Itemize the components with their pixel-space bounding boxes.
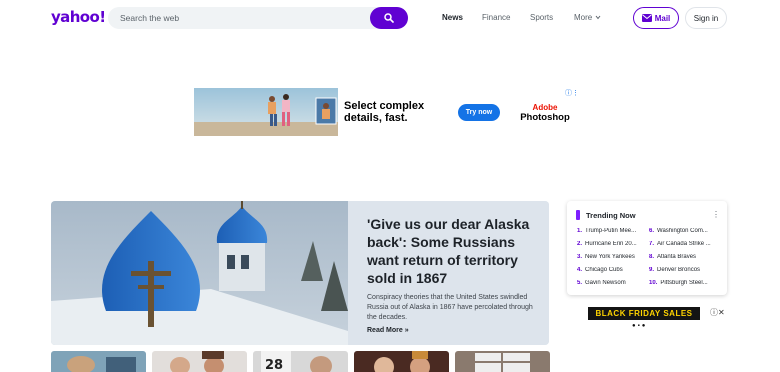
trending-item[interactable]: 7. Air Canada Strike ...	[649, 241, 721, 247]
search-button[interactable]	[370, 7, 408, 29]
ad-brand: Adobe Photoshop	[519, 103, 571, 123]
hero-headline[interactable]: 'Give us our dear Alaska back': Some Rus…	[367, 215, 537, 287]
yahoo-logo[interactable]: yahoo!	[51, 8, 106, 26]
search-input[interactable]	[120, 7, 360, 29]
trending-item[interactable]: 8. Atlanta Braves	[649, 254, 721, 260]
trending-item[interactable]: 9. Denver Broncos	[649, 267, 721, 273]
story-thumbnail[interactable]	[354, 351, 449, 372]
trending-now-card: Trending Now ⋮ 1. Trump-Putin Mee... 2. Hu…	[567, 201, 727, 295]
ad-headline: Select complex details, fast.	[344, 100, 425, 124]
story-thumbnail[interactable]: 28	[253, 351, 348, 372]
ad-try-now-button[interactable]: Try now	[458, 104, 500, 121]
more-options-icon[interactable]: ⋮	[712, 210, 720, 219]
nav-sports[interactable]: Sports	[530, 13, 553, 22]
ad-image	[194, 88, 338, 136]
trending-item[interactable]: 1. Trump-Putin Mee...	[577, 228, 649, 234]
trending-item[interactable]: 10. Pittsburgh Steel...	[649, 280, 721, 286]
hero-image	[51, 201, 348, 345]
ad-choices-icon[interactable]: ⓘ⋮	[565, 88, 579, 98]
trending-item[interactable]: 6. Washington Com...	[649, 228, 721, 234]
ad-close-icon[interactable]: ⓘ✕	[710, 307, 725, 318]
nav-more-label: More	[574, 13, 593, 22]
story-thumbnail[interactable]	[51, 351, 146, 372]
hero-story[interactable]: 'Give us our dear Alaska back': Some Rus…	[51, 201, 549, 345]
carousel-dots[interactable]: ●▪●	[632, 323, 647, 329]
nav-finance[interactable]: Finance	[482, 13, 510, 22]
ad-brand-bottom: Photoshop	[520, 112, 570, 123]
hero-text-panel: 'Give us our dear Alaska back': Some Rus…	[348, 201, 549, 345]
ad-banner[interactable]: Select complex details, fast. Try now Ad…	[194, 86, 582, 138]
sign-in-button[interactable]: Sign in	[685, 7, 727, 29]
trending-title: Trending Now	[586, 211, 636, 220]
side-ad[interactable]: BLACK FRIDAY SALES ⓘ✕ ●▪●	[566, 305, 728, 372]
nav-more[interactable]: More	[574, 13, 601, 22]
search-bar	[108, 7, 408, 29]
trending-item[interactable]: 2. Hurricane Erin 20...	[577, 241, 649, 247]
trending-item[interactable]: 4. Chicago Cubs	[577, 267, 649, 273]
chevron-down-icon	[596, 16, 601, 20]
mail-button[interactable]: Mail	[633, 7, 679, 29]
envelope-icon	[641, 14, 652, 22]
thumbnail-number: 28	[265, 358, 283, 372]
story-thumbnail[interactable]	[152, 351, 247, 372]
read-more-link[interactable]: Read More »	[367, 327, 537, 334]
hero-summary: Conspiracy theories that the United Stat…	[367, 294, 533, 321]
search-icon	[384, 13, 394, 23]
mail-label: Mail	[654, 13, 671, 23]
story-thumbnail[interactable]	[455, 351, 550, 372]
trending-accent-bar	[576, 210, 580, 220]
ad-sale-banner: BLACK FRIDAY SALES	[588, 307, 700, 320]
nav-news[interactable]: News	[442, 13, 463, 22]
top-header: yahoo! News Finance Sports More Mail Sig…	[0, 0, 780, 36]
trending-item[interactable]: 5. Gavin Newsom	[577, 280, 649, 286]
trending-item[interactable]: 3. New York Yankees	[577, 254, 649, 260]
